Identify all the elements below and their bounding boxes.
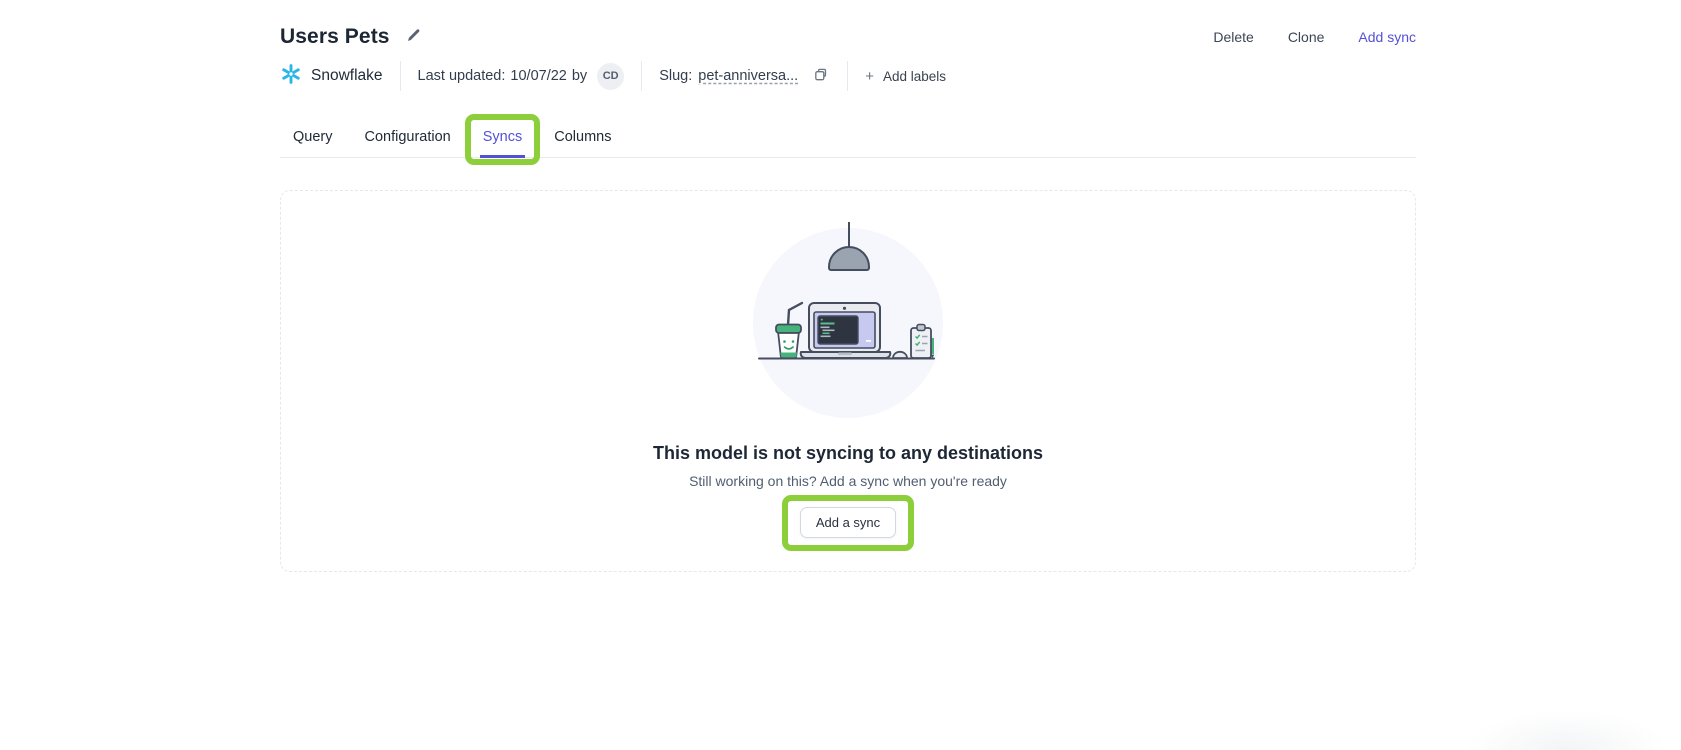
model-meta-bar: Snowflake Last updated: 10/07/22 by CD S…	[280, 60, 1416, 92]
delete-button[interactable]: Delete	[1213, 29, 1253, 45]
empty-state-subheading: Still working on this? Add a sync when y…	[689, 473, 1007, 489]
corner-widget-shadow	[1381, 670, 1681, 750]
tab-query[interactable]: Query	[290, 122, 336, 158]
tab-configuration[interactable]: Configuration	[362, 122, 454, 158]
avatar: CD	[597, 63, 624, 90]
source-link[interactable]: Snowflake	[280, 63, 383, 90]
add-a-sync-wrap: Add a sync	[800, 507, 896, 538]
empty-state-heading: This model is not syncing to any destina…	[653, 443, 1043, 464]
slug-group: Slug: pet-anniversa...	[659, 65, 830, 87]
source-name: Snowflake	[311, 67, 383, 85]
edit-pencil-icon	[406, 28, 421, 46]
add-labels-button[interactable]: + Add labels	[865, 69, 946, 84]
empty-state-illustration	[743, 222, 953, 422]
header-actions: Delete Clone Add sync	[1213, 29, 1416, 45]
add-a-sync-button[interactable]: Add a sync	[800, 507, 896, 538]
tab-columns[interactable]: Columns	[551, 122, 614, 158]
copy-icon	[813, 67, 828, 85]
tab-syncs[interactable]: Syncs	[480, 122, 526, 158]
slug-label: Slug:	[659, 68, 692, 84]
add-sync-button[interactable]: Add sync	[1358, 29, 1416, 45]
page-title: Users Pets	[280, 25, 390, 49]
model-detail-page: Users Pets Delete Clone Add sync	[0, 0, 1681, 750]
last-updated-by: by	[572, 68, 587, 84]
tab-bar: Query Configuration Syncs Columns	[280, 122, 1416, 158]
last-updated-value: 10/07/22	[510, 68, 566, 84]
last-updated-label: Last updated:	[418, 68, 506, 84]
slug-value: pet-anniversa...	[698, 68, 798, 84]
snowflake-logo-icon	[280, 63, 302, 90]
page-header: Users Pets Delete Clone Add sync	[280, 20, 1416, 54]
divider	[400, 61, 401, 91]
last-updated: Last updated: 10/07/22 by CD	[418, 63, 625, 90]
add-labels-label: Add labels	[883, 69, 946, 84]
divider	[847, 61, 848, 91]
plus-icon: +	[865, 69, 874, 84]
syncs-empty-state-card: This model is not syncing to any destina…	[280, 190, 1416, 572]
edit-title-button[interactable]	[404, 26, 423, 48]
copy-slug-button[interactable]	[811, 65, 830, 87]
divider	[641, 61, 642, 91]
tab-syncs-wrap: Syncs	[480, 122, 526, 158]
clone-button[interactable]: Clone	[1288, 29, 1325, 45]
